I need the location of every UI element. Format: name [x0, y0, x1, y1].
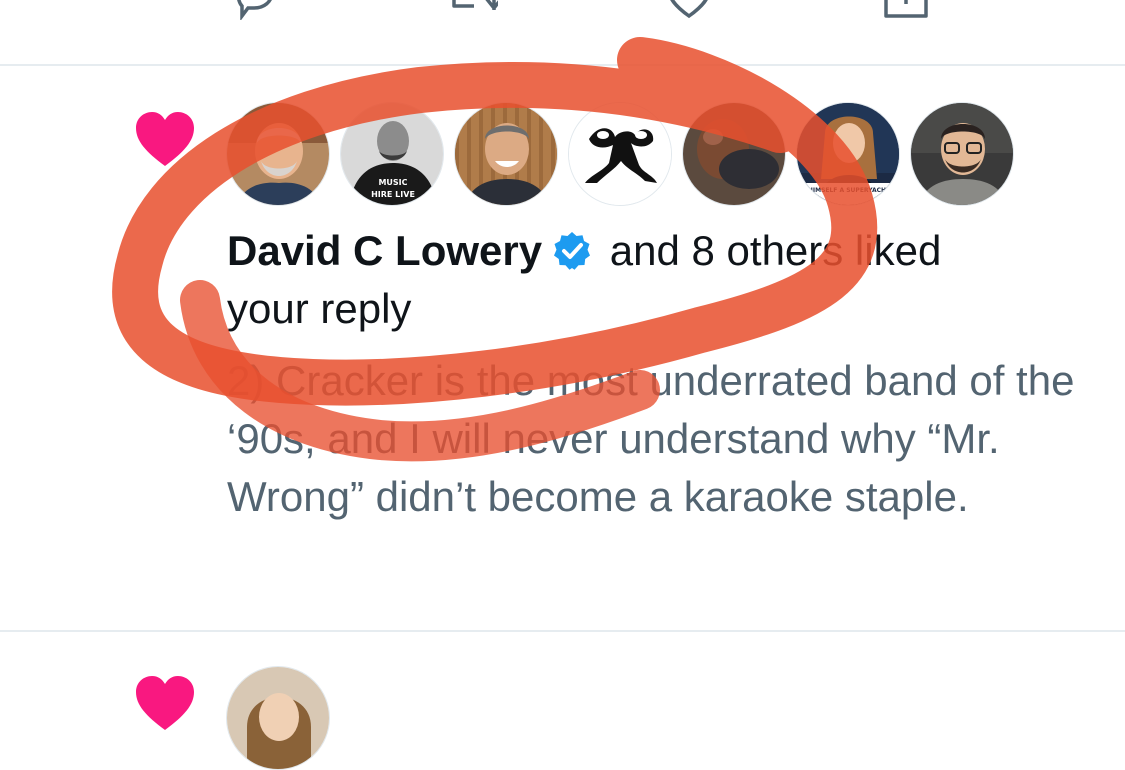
avatar[interactable]: [568, 102, 672, 206]
avatar[interactable]: [682, 102, 786, 206]
avatar[interactable]: MUSIC HIRE LIVE: [340, 102, 444, 206]
avatar[interactable]: HIMSELF A SUPERYACHT: [796, 102, 900, 206]
heart-icon: [134, 674, 196, 732]
liker-avatars: MUSIC HIRE LIVE HIMSELF A SUPERYACHT: [226, 102, 1026, 208]
verified-badge-icon: [552, 231, 592, 271]
reply-icon[interactable]: [230, 0, 278, 20]
like-icon[interactable]: [665, 0, 713, 20]
avatar[interactable]: [226, 666, 330, 770]
avatar[interactable]: [226, 102, 330, 206]
avatar[interactable]: [454, 102, 558, 206]
heart-icon: [134, 110, 196, 168]
svg-text:MUSIC: MUSIC: [378, 178, 407, 187]
retweet-icon[interactable]: [450, 0, 498, 20]
svg-text:HIRE LIVE: HIRE LIVE: [371, 190, 415, 199]
divider: [0, 64, 1125, 66]
divider: [0, 630, 1125, 632]
tweet-action-bar: [0, 0, 1125, 64]
avatar[interactable]: [910, 102, 1014, 206]
reply-text[interactable]: 2) Cracker is the most underrated band o…: [227, 352, 1087, 526]
share-icon[interactable]: [882, 0, 930, 20]
svg-text:HIMSELF A SUPERYACHT: HIMSELF A SUPERYACHT: [808, 187, 891, 194]
actor-name[interactable]: David C Lowery: [227, 227, 542, 274]
notification-headline: David C Lowery and 8 others liked your r…: [227, 222, 1027, 338]
